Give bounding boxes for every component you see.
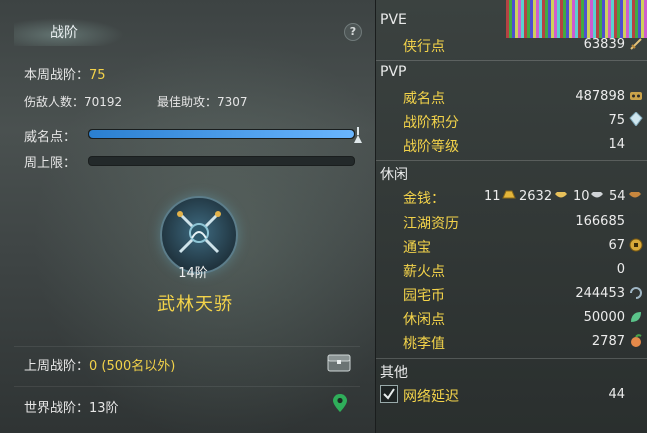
- currency-value: 0: [616, 262, 625, 277]
- currency-tooltip-panel: PVE 侠行点 63839 PVP 威名点 487898 战阶积分 75 战阶等…: [376, 0, 647, 433]
- crossed-swords-icon: [177, 211, 221, 254]
- divider: [14, 346, 360, 347]
- battle-rank-panel: 战阶 ? 本周战阶：75 伤敌人数：70192 最佳助攻：7307 威名点： 周…: [0, 0, 376, 433]
- currency-value: 487898: [575, 89, 625, 104]
- last-week-row: 上周战阶：0 (500名以外): [24, 355, 175, 374]
- checkmark-icon: [383, 388, 395, 400]
- background-decoration: [506, 0, 647, 38]
- currency-value: 166685: [575, 214, 625, 229]
- divider: [14, 386, 360, 387]
- reward-chest-icon[interactable]: [327, 354, 351, 372]
- currency-value: 244453: [575, 286, 625, 301]
- currency-value: 67: [608, 238, 625, 253]
- token-icon: [630, 287, 642, 299]
- currency-label: 江湖资历: [403, 216, 459, 232]
- money-label: 金钱：: [403, 191, 445, 207]
- currency-label: 战阶积分: [403, 115, 459, 131]
- panel-header: 战阶: [0, 14, 375, 48]
- coin-icon: [629, 238, 643, 252]
- gold-ingot-icon: [502, 190, 516, 199]
- money-gold-value: 11: [484, 189, 501, 204]
- section-divider: [376, 160, 647, 161]
- currency-label: 侠行点: [403, 39, 445, 55]
- weekly-cap-progress-bar: [88, 156, 355, 166]
- last-week-label: 上周战阶：: [24, 359, 90, 374]
- bar-end-marker-icon: [354, 127, 362, 143]
- currency-value: 63839: [583, 37, 625, 52]
- assist-row: 最佳助攻：7307: [157, 93, 248, 110]
- currency-value: 44: [608, 387, 625, 402]
- world-rank-label: 世界战阶：: [24, 401, 90, 416]
- world-rank-value: 13阶: [89, 401, 119, 416]
- sword-icon: [630, 38, 642, 50]
- rank-level: 14阶: [178, 266, 208, 281]
- section-header-leisure: 休闲: [380, 167, 408, 183]
- money-silver-value: 2632: [519, 189, 553, 204]
- prestige-progress-bar: [88, 129, 355, 139]
- iron-ingot-icon: [629, 192, 641, 198]
- money-copper-value: 10: [573, 189, 590, 204]
- money-iron-value: 54: [609, 189, 626, 204]
- section-divider: [376, 60, 647, 61]
- rank-title: 武林天骄: [157, 294, 233, 315]
- currency-label: 威名点: [403, 91, 445, 107]
- mask-icon: [630, 92, 642, 100]
- panel-title: 战阶: [50, 25, 78, 41]
- leaf-icon: [631, 312, 641, 322]
- last-week-value: 0 (500名以外): [89, 359, 176, 374]
- copper-ingot-icon: [591, 192, 603, 198]
- kills-label: 伤敌人数：: [24, 95, 85, 109]
- section-header-pve: PVE: [380, 12, 407, 28]
- currency-value: 2787: [591, 334, 625, 349]
- currency-label: 休闲点: [403, 312, 445, 328]
- silver-ingot-icon: [555, 192, 567, 198]
- assist-label: 最佳助攻：: [157, 95, 218, 109]
- help-icon[interactable]: ?: [344, 23, 362, 41]
- weekly-rank-value: 75: [89, 68, 106, 83]
- currency-label: 网络延迟: [403, 389, 459, 405]
- weekly-cap-label: 周上限：: [24, 156, 77, 171]
- prestige-progress-fill: [89, 130, 354, 138]
- peach-icon: [631, 334, 642, 347]
- currency-value: 50000: [583, 310, 625, 325]
- currency-label: 通宝: [403, 240, 431, 256]
- currency-label: 桃李值: [403, 336, 445, 352]
- currency-value: 14: [608, 137, 625, 152]
- kills-value: 70192: [84, 95, 123, 109]
- section-header-pvp: PVP: [380, 64, 407, 80]
- weekly-rank-label: 本周战阶：: [24, 68, 90, 83]
- assist-value: 7307: [217, 95, 248, 109]
- currency-label: 园宅币: [403, 288, 445, 304]
- currency-label: 薪火点: [403, 264, 445, 280]
- kills-row: 伤敌人数：70192: [24, 93, 122, 110]
- latency-checkbox[interactable]: [380, 385, 398, 403]
- prestige-label: 威名点：: [24, 130, 77, 145]
- section-divider: [376, 358, 647, 359]
- currency-value: 75: [608, 113, 625, 128]
- location-pin-icon[interactable]: [333, 394, 347, 412]
- world-rank-row: 世界战阶：13阶: [24, 397, 119, 416]
- currency-label: 战阶等级: [403, 139, 459, 155]
- crystal-icon: [629, 112, 643, 126]
- section-header-other: 其他: [380, 365, 408, 381]
- weekly-rank-row: 本周战阶：75: [24, 64, 106, 83]
